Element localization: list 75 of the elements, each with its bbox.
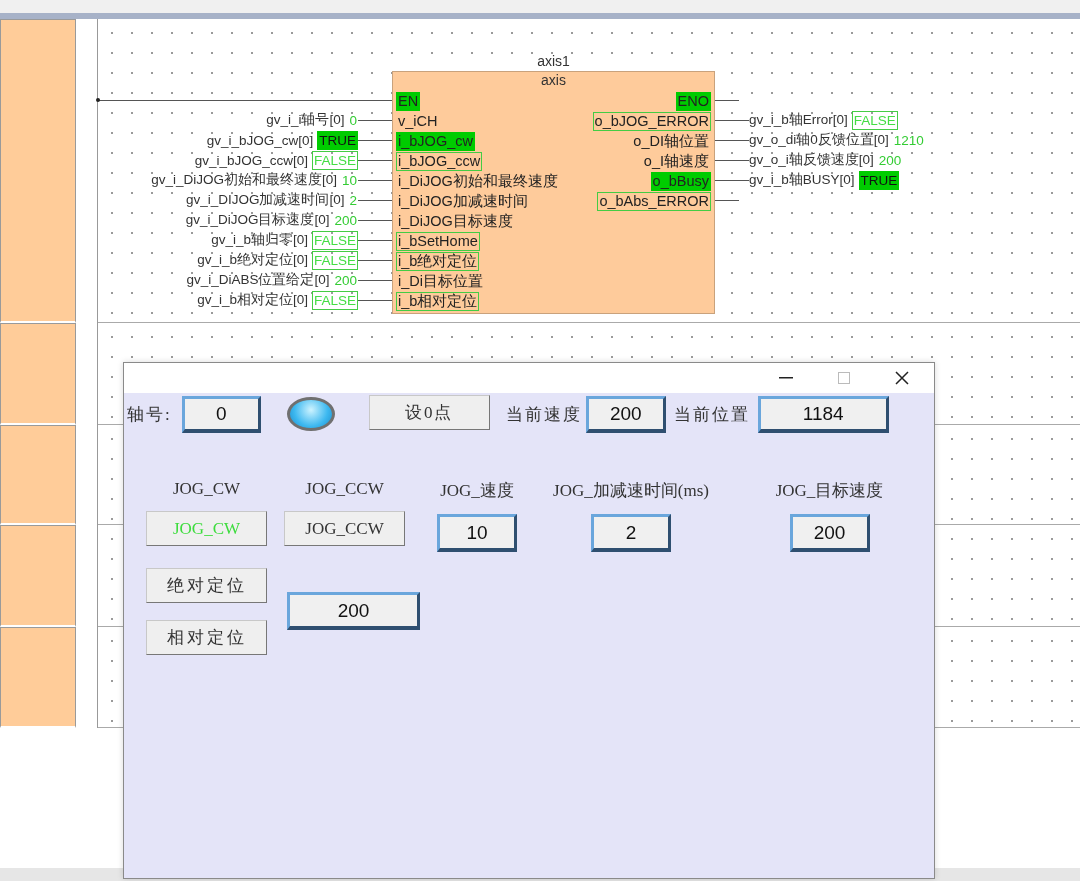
variable-name: gv_i_DIJOG加减速时间[0] [185, 191, 345, 209]
variable-name: gv_i_b绝对定位[0] [197, 251, 308, 269]
target-position-field[interactable]: 200 [287, 592, 420, 630]
input-pin: i_bJOG_cw [396, 131, 475, 151]
output-pin: ENO [675, 91, 711, 111]
variable-name: gv_i_b相对定位[0] [197, 291, 308, 309]
function-block[interactable]: axis EN v_iCH i_bJOG_cw i_bJOG_ccw i_DiJOG初始和最终速度 i_DiJOG加减速时间 i_DiJOG目标速度 i_bSetHome i_b绝对定位 i_Di目标位置 i_b相对定位 ENO o_bJOG_ERROR o_DI轴位置 o_I轴速度 o_bBusy o_bAbs_ERROR [392, 71, 715, 314]
block-type: axis [540, 72, 567, 90]
variable-value: 10 [340, 171, 358, 189]
variable-name: gv_i_b轴归零[0] [211, 231, 308, 249]
rung-marker[interactable] [0, 19, 76, 323]
set-zero-button[interactable]: 设0点 [368, 395, 490, 430]
variable-name: gv_i_b轴BUSY[0] [749, 171, 855, 189]
variable-value: 200 [333, 271, 358, 289]
jog-label: JOG_CW [172, 479, 241, 499]
output-pin: o_I轴速度 [642, 151, 710, 171]
input-pin: i_bSetHome [396, 231, 480, 251]
variable-value: TRUE [317, 130, 358, 150]
output-pin: o_bJOG_ERROR [592, 111, 711, 131]
variable-value: 200 [877, 151, 903, 169]
variable-name: gv_i_b轴Error[0] [749, 111, 848, 129]
position-label: 当前位置 [673, 403, 750, 426]
axis-field[interactable]: 0 [181, 395, 261, 433]
speed-field: 200 [585, 395, 666, 433]
position-field: 1184 [757, 395, 889, 433]
variable-value: 0 [348, 111, 358, 129]
jog-label: JOG_CCW [305, 479, 384, 499]
variable-name: gv_i_DiABS位置给定[0] [186, 271, 330, 289]
jog-label: JOG_目标速度 [775, 480, 884, 502]
variable-name: gv_i_DiJOG目标速度[0] [185, 211, 330, 229]
input-pin: i_DiJOG目标速度 [397, 211, 514, 231]
variable-value: FALSE [311, 290, 358, 310]
axis-label: 轴号: [127, 403, 172, 426]
variable-value: TRUE [858, 170, 900, 190]
output-pin: o_bBusy [650, 171, 711, 191]
close-icon [895, 371, 909, 385]
jog-label: JOG_速度 [440, 480, 514, 502]
variable-name: gv_i_bJOG_ccw[0] [194, 152, 308, 168]
rung-marker[interactable] [0, 425, 76, 525]
input-pin: i_DiJOG初始和最终速度 [397, 171, 559, 191]
rung-marker[interactable] [0, 525, 76, 627]
variable-value: FALSE [311, 150, 358, 170]
variable-value: 200 [333, 211, 358, 229]
variable-value: 2 [348, 191, 358, 209]
jog-button[interactable]: JOG_CCW [284, 511, 405, 546]
output-pin: o_bAbs_ERROR [597, 191, 711, 211]
input-pin: i_DiJOG加减速时间 [397, 191, 529, 211]
minimize-icon [779, 377, 793, 379]
variable-name: gv_o_i轴反馈速度[0] [749, 151, 874, 169]
jog-field[interactable]: 10 [437, 514, 517, 552]
jog-field[interactable]: 2 [591, 514, 671, 552]
variable-value: FALSE [311, 230, 358, 250]
positioning-button[interactable]: 相对定位 [146, 620, 267, 655]
rung-marker[interactable] [0, 627, 76, 728]
jog-field[interactable]: 200 [789, 514, 870, 552]
variable-name: gv_i_i轴号[0] [266, 111, 345, 129]
variable-value: FALSE [851, 110, 898, 130]
jog-label: JOG_加减速时间(ms) [553, 480, 709, 502]
variable-name: gv_i_bJOG_cw[0] [206, 132, 314, 148]
instance-name: axis1 [536, 52, 571, 71]
positioning-button[interactable]: 绝对定位 [146, 568, 267, 603]
variable-name: gv_o_di轴0反馈位置[0] [749, 131, 889, 149]
input-pin: i_b相对定位 [396, 291, 480, 311]
variable-value: 1210 [892, 131, 925, 149]
maximize-icon [838, 372, 850, 384]
rung-marker[interactable] [0, 323, 76, 425]
input-pin: i_bJOG_ccw [396, 151, 483, 171]
speed-label: 当前速度 [505, 403, 582, 426]
input-pin: EN [396, 91, 421, 111]
variable-value: FALSE [311, 250, 358, 270]
input-pin: v_iCH [397, 111, 439, 131]
input-pin: i_b绝对定位 [396, 251, 480, 271]
variable-name: gv_i_DiJOG初始和最终速度[0] [151, 171, 337, 189]
input-pin: i_Di目标位置 [397, 271, 484, 291]
output-pin: o_DI轴位置 [632, 131, 710, 151]
